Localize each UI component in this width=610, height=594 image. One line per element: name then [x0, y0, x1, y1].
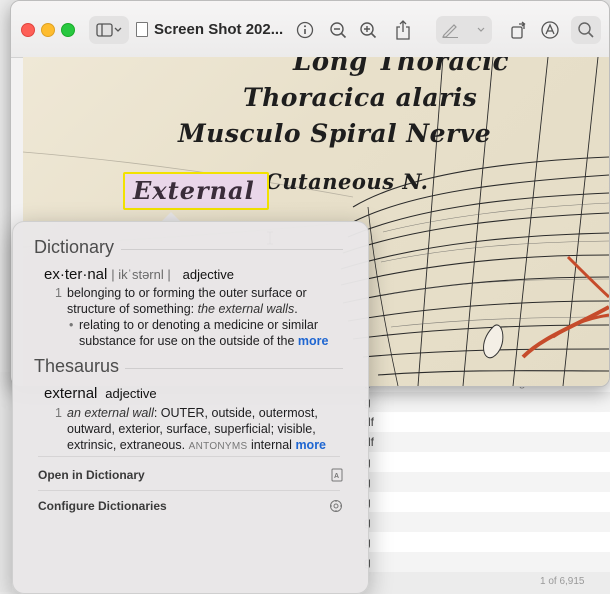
list-item[interactable]: g	[360, 492, 610, 512]
configure-dictionaries-button[interactable]: Configure Dictionaries	[38, 499, 343, 517]
thesaurus-synonyms: 1 an external wall: OUTER, outside, oute…	[55, 406, 327, 452]
dictionary-entry: ex·ter·nal | ikˈstərnl | adjective	[44, 266, 234, 283]
document-title[interactable]: Screen Shot 202...	[136, 21, 283, 38]
info-button[interactable]	[291, 16, 319, 44]
rotate-button[interactable]	[505, 16, 533, 44]
illustration-label: Long Thoracic	[293, 57, 509, 77]
lookup-popover: Dictionary ex·ter·nal | ikˈstərnl | adje…	[12, 221, 369, 594]
list-item[interactable]: df	[360, 432, 610, 452]
illustration-label: Cutaneous N.	[265, 169, 429, 194]
action-divider	[38, 490, 340, 491]
share-icon	[396, 20, 410, 40]
document-icon	[136, 22, 148, 37]
dictionary-more-link[interactable]: more	[298, 334, 329, 348]
background-file-list: g259 KB JPEG image g df df g g g g g g 1…	[360, 372, 610, 592]
illustration-label: Thoracica alaris	[243, 83, 478, 112]
list-item[interactable]: df	[360, 412, 610, 432]
list-footer: 1 of 6,915	[540, 576, 585, 587]
zoom-window-button[interactable]	[61, 23, 75, 37]
list-item[interactable]: g	[360, 472, 610, 492]
minimize-window-button[interactable]	[41, 23, 55, 37]
gear-icon	[330, 500, 342, 512]
info-icon	[296, 21, 314, 39]
zoom-in-icon	[360, 22, 377, 39]
action-divider	[38, 456, 340, 457]
markup-icon	[541, 21, 559, 39]
highlighted-word[interactable]: External	[133, 176, 255, 205]
list-item[interactable]: g	[360, 532, 610, 552]
list-item[interactable]: g	[360, 512, 610, 532]
markup-pen-button[interactable]	[436, 16, 492, 44]
list-item[interactable]: g	[360, 452, 610, 472]
sidebar-icon	[96, 23, 122, 37]
section-divider	[121, 249, 343, 250]
pen-icon	[442, 24, 485, 38]
list-item[interactable]: g	[360, 392, 610, 412]
close-window-button[interactable]	[21, 23, 35, 37]
dictionary-definition-1: 1 belonging to or forming the outer surf…	[55, 286, 307, 316]
rotate-icon	[511, 21, 526, 39]
thesaurus-heading: Thesaurus	[34, 356, 120, 376]
open-in-dictionary-button[interactable]: Open in Dictionary A	[38, 468, 343, 486]
zoom-out-icon	[330, 22, 347, 39]
dictionary-book-icon: A	[331, 468, 343, 482]
dictionary-subdefinition: • relating to or denoting a medicine or …	[69, 318, 329, 348]
illustration-label: Musculo Spiral Nerve	[178, 119, 492, 148]
sidebar-toggle-button[interactable]	[89, 16, 129, 44]
markup-toolbar-button[interactable]	[536, 16, 564, 44]
share-button[interactable]	[389, 16, 417, 44]
background-sidebar	[0, 372, 12, 592]
svg-text:A: A	[334, 473, 339, 480]
search-button[interactable]	[571, 16, 601, 44]
search-icon	[578, 22, 594, 38]
dictionary-heading: Dictionary	[34, 237, 115, 257]
thesaurus-more-link[interactable]: more	[295, 438, 326, 452]
zoom-in-button[interactable]	[354, 16, 382, 44]
section-divider	[125, 368, 343, 369]
zoom-out-button[interactable]	[324, 16, 352, 44]
thesaurus-entry: external adjective	[44, 385, 157, 402]
list-item[interactable]: g	[360, 552, 610, 572]
window-toolbar: Screen Shot 202...	[11, 1, 609, 58]
